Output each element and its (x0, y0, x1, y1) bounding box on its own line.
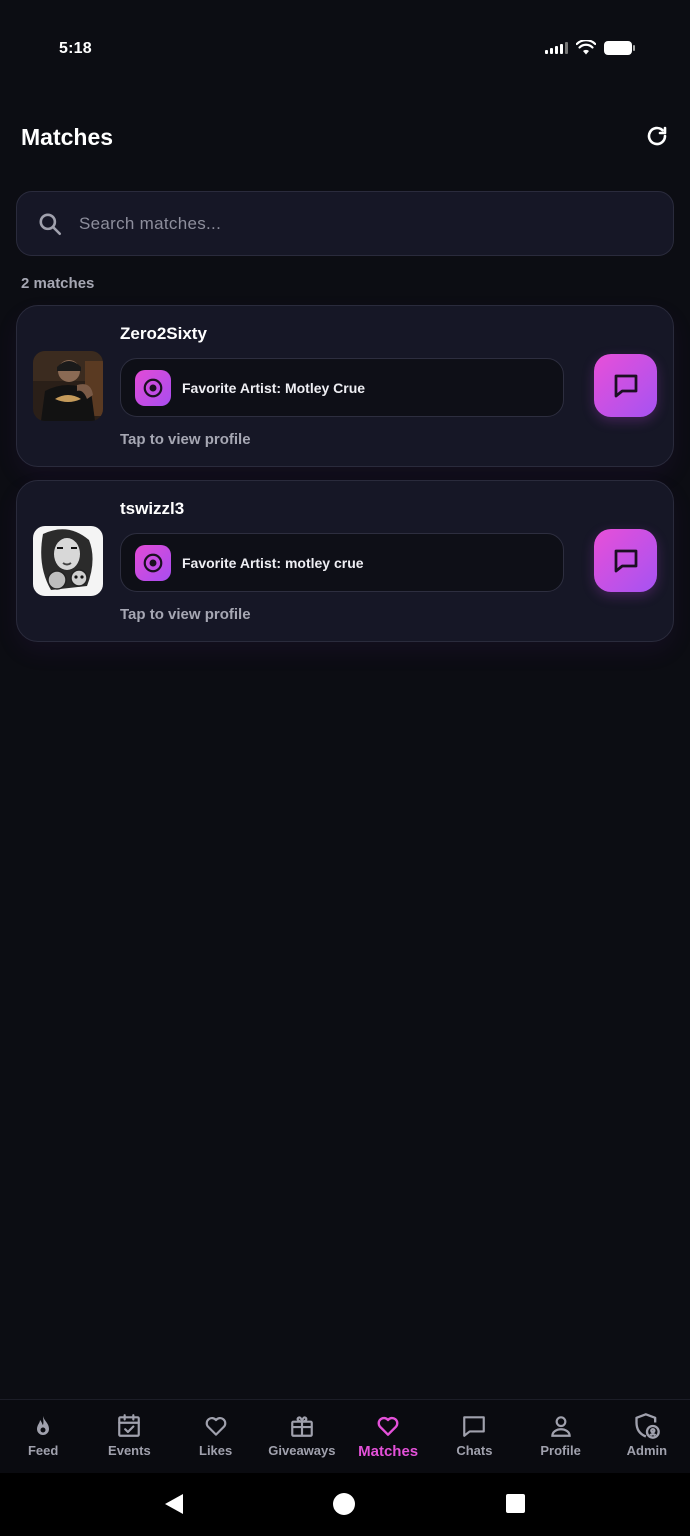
shield-user-icon (633, 1412, 661, 1440)
nav-item-matches[interactable]: Matches (345, 1400, 431, 1473)
nav-item-giveaways[interactable]: Giveaways (259, 1400, 345, 1473)
avatar[interactable] (33, 526, 103, 596)
match-card[interactable]: Zero2Sixty Favorite Artist: Motley Crue … (16, 305, 674, 467)
heart-icon (202, 1412, 230, 1440)
nav-item-admin[interactable]: Admin (604, 1400, 690, 1473)
nav-label: Feed (27, 1443, 59, 1458)
status-bar: 5:18 (0, 0, 690, 100)
back-icon[interactable] (163, 1493, 185, 1515)
recents-icon[interactable] (506, 1494, 525, 1513)
header: Matches (21, 124, 671, 154)
nav-label: Admin (626, 1443, 668, 1458)
gift-icon (288, 1412, 316, 1440)
message-icon (614, 549, 637, 572)
bottom-nav: Feed Events Likes Giveaways Matches Chat… (0, 1399, 690, 1473)
user-icon (547, 1412, 575, 1440)
search-bar[interactable] (16, 191, 674, 256)
search-input[interactable] (79, 213, 579, 234)
favorite-artist-text: Favorite Artist: motley crue (182, 554, 364, 571)
status-icons (545, 40, 635, 55)
nav-label: Profile (540, 1443, 581, 1458)
message-icon (460, 1412, 488, 1440)
home-icon[interactable] (333, 1493, 355, 1515)
signal-icon (545, 41, 568, 54)
nav-label: Chats (456, 1443, 493, 1458)
nav-item-profile[interactable]: Profile (518, 1400, 604, 1473)
search-icon (39, 212, 62, 235)
match-card[interactable]: tswizzl3 Favorite Artist: motley crue Ta… (16, 480, 674, 642)
refresh-button[interactable] (643, 122, 671, 150)
status-time: 5:18 (59, 40, 92, 57)
match-name: Zero2Sixty (120, 324, 207, 343)
favorite-artist-pill: Favorite Artist: motley crue (120, 533, 564, 592)
tap-to-view-profile[interactable]: Tap to view profile (120, 431, 251, 448)
nav-label: Matches (358, 1443, 419, 1460)
battery-icon (604, 40, 635, 55)
disc-icon (135, 369, 171, 406)
nav-item-events[interactable]: Events (86, 1400, 172, 1473)
refresh-icon (647, 126, 667, 146)
message-button[interactable] (594, 354, 657, 417)
nav-label: Events (108, 1443, 151, 1458)
tap-to-view-profile[interactable]: Tap to view profile (120, 606, 251, 623)
flame-icon (29, 1412, 57, 1440)
favorite-artist-pill: Favorite Artist: Motley Crue (120, 358, 564, 417)
message-icon (614, 374, 637, 397)
avatar[interactable] (33, 351, 103, 421)
page-title: Matches (21, 124, 114, 150)
heart-icon (374, 1412, 402, 1440)
system-nav-bar (0, 1473, 690, 1536)
favorite-artist-text: Favorite Artist: Motley Crue (182, 379, 366, 396)
disc-icon (135, 544, 171, 581)
wifi-icon (576, 40, 596, 55)
match-count: 2 matches (21, 275, 95, 292)
nav-item-likes[interactable]: Likes (173, 1400, 259, 1473)
nav-item-feed[interactable]: Feed (0, 1400, 86, 1473)
calendar-check-icon (115, 1412, 143, 1440)
nav-label: Likes (199, 1443, 233, 1458)
nav-label: Giveaways (268, 1443, 336, 1458)
match-name: tswizzl3 (120, 499, 185, 518)
message-button[interactable] (594, 529, 657, 592)
nav-item-chats[interactable]: Chats (431, 1400, 517, 1473)
